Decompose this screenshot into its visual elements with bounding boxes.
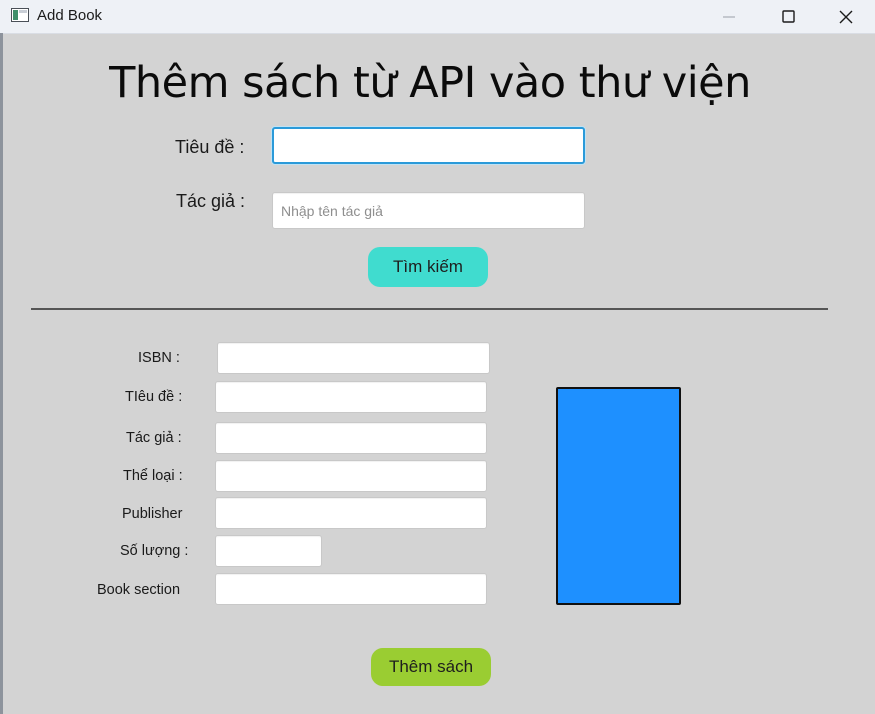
close-icon [839, 10, 853, 23]
author-input[interactable] [215, 422, 487, 454]
minimize-button[interactable] [700, 0, 758, 33]
quantity-input[interactable] [215, 535, 322, 567]
title-label: TIêu đề : [125, 389, 183, 405]
search-title-input[interactable] [272, 127, 585, 164]
window-title: Add Book [37, 7, 103, 24]
author-label: Tác giả : [126, 430, 182, 446]
book-cover-image [556, 387, 681, 605]
title-input[interactable] [215, 381, 487, 413]
app-window-icon [11, 8, 29, 22]
isbn-label: ISBN : [138, 350, 180, 366]
title-bar: Add Book [0, 0, 875, 34]
page-title: Thêm sách từ API vào thư viện [109, 58, 751, 108]
genre-input[interactable] [215, 460, 487, 492]
publisher-label: Publisher [122, 506, 183, 522]
search-button[interactable]: Tìm kiếm [368, 247, 488, 287]
add-book-button[interactable]: Thêm sách [371, 648, 491, 686]
minimize-icon [723, 16, 735, 17]
search-author-label: Tác giả : [176, 191, 246, 211]
window-edge [0, 33, 3, 714]
maximize-button[interactable] [759, 0, 817, 33]
genre-label: Thể loại : [123, 468, 183, 484]
maximize-icon [781, 10, 795, 23]
search-title-label: Tiêu đề : [175, 137, 245, 157]
isbn-input[interactable] [217, 342, 490, 374]
section-divider [31, 308, 828, 310]
book-section-input[interactable] [215, 573, 487, 605]
close-button[interactable] [817, 0, 875, 33]
quantity-label: Số lượng : [120, 543, 189, 559]
publisher-input[interactable] [215, 497, 487, 529]
search-author-input[interactable] [272, 192, 585, 229]
book-section-label: Book section [97, 582, 181, 598]
